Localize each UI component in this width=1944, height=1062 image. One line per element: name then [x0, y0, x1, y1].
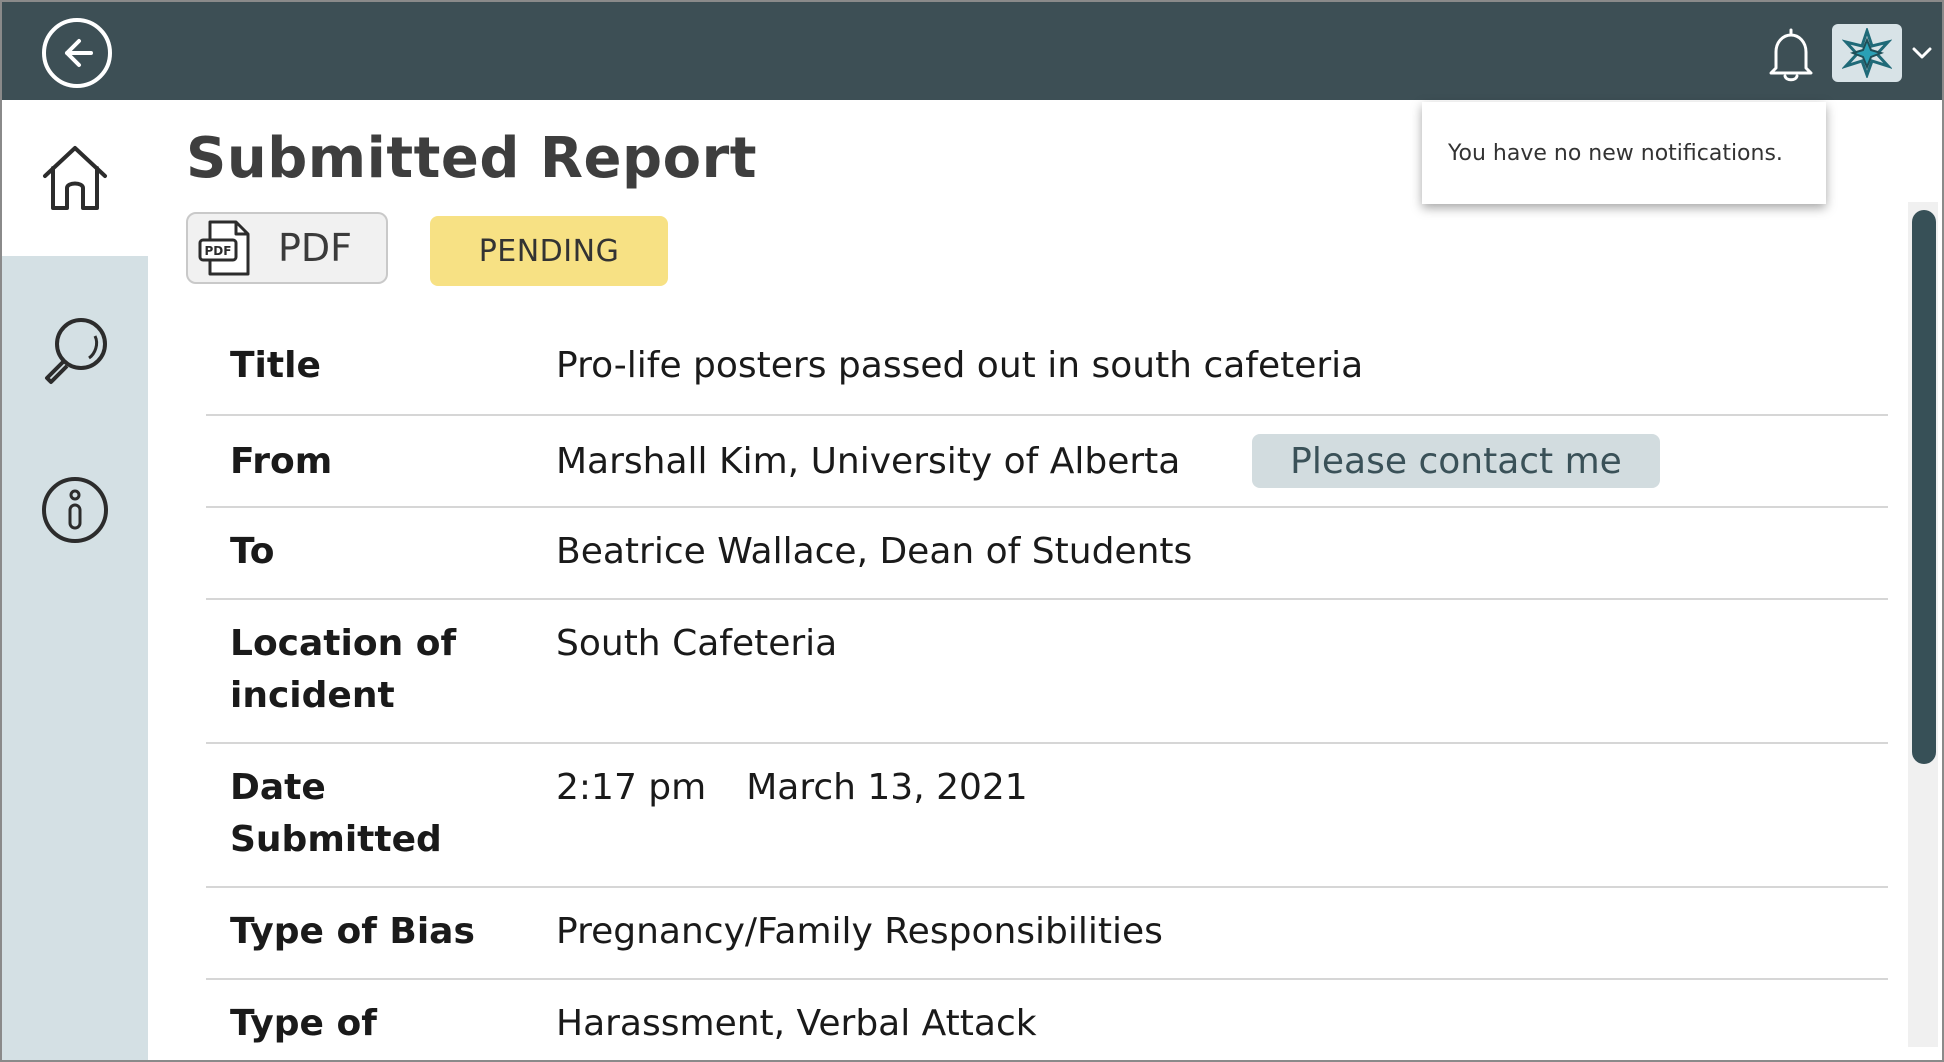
pdf-button-label: PDF	[278, 226, 353, 270]
sidebar	[2, 100, 148, 1060]
table-row: Type of Incident Harassment, Verbal Atta…	[206, 980, 1888, 1060]
table-row: From Marshall Kim, University of Alberta…	[206, 416, 1888, 508]
bell-icon[interactable]	[1764, 26, 1818, 84]
table-row: Title Pro-life posters passed out in sou…	[206, 322, 1888, 416]
sidebar-item-search[interactable]	[2, 290, 148, 410]
row-value: Harassment, Verbal Attack	[556, 1003, 1037, 1044]
table-row: To Beatrice Wallace, Dean of Students	[206, 508, 1888, 600]
report-details-table: Title Pro-life posters passed out in sou…	[206, 322, 1888, 1060]
row-label: Location of incident	[230, 623, 457, 716]
row-label: From	[230, 441, 333, 482]
contact-request-badge: Please contact me	[1252, 434, 1660, 488]
table-row: Type of Bias Pregnancy/Family Responsibi…	[206, 888, 1888, 980]
back-button[interactable]	[42, 18, 112, 88]
info-icon	[42, 477, 108, 543]
row-value: Beatrice Wallace, Dean of Students	[556, 531, 1193, 572]
chevron-down-icon	[1912, 47, 1932, 59]
row-value: 2:17 pm March 13, 2021	[556, 762, 1028, 814]
pdf-file-icon: PDF	[198, 220, 250, 276]
page-title: Submitted Report	[186, 126, 757, 191]
app-window: Submitted Report PDF PDF PENDING Title P…	[0, 0, 1944, 1062]
row-label: Title	[230, 345, 321, 386]
pdf-download-button[interactable]: PDF PDF	[186, 212, 388, 284]
row-label: Type of Bias	[230, 911, 475, 952]
row-value: South Cafeteria	[556, 623, 838, 664]
avatar[interactable]	[1832, 24, 1902, 82]
submitted-time: 2:17 pm	[556, 767, 707, 808]
report-panel: Submitted Report PDF PDF PENDING Title P…	[148, 100, 1912, 1060]
star-logo-icon	[1842, 28, 1892, 78]
scrollbar-thumb[interactable]	[1912, 210, 1936, 764]
status-badge: PENDING	[430, 216, 668, 286]
search-icon	[45, 318, 107, 384]
row-value: Marshall Kim, University of Alberta	[556, 441, 1181, 482]
row-value: Pro-life posters passed out in south caf…	[556, 345, 1364, 386]
row-label: Date Submitted	[230, 767, 442, 860]
submitted-date: March 13, 2021	[746, 767, 1028, 808]
table-row: Date Submitted 2:17 pm March 13, 2021	[206, 744, 1888, 888]
row-label: To	[230, 531, 275, 572]
top-bar	[2, 2, 1942, 100]
user-menu[interactable]	[1832, 24, 1932, 82]
sidebar-item-info[interactable]	[2, 450, 148, 570]
sidebar-item-home[interactable]	[2, 100, 148, 256]
notifications-popup: You have no new notifications.	[1422, 102, 1826, 204]
table-row: Location of incident South Cafeteria	[206, 600, 1888, 744]
pdf-icon-text: PDF	[205, 244, 232, 258]
row-value: Pregnancy/Family Responsibilities	[556, 911, 1163, 952]
notifications-message: You have no new notifications.	[1448, 140, 1783, 166]
arrow-left-icon	[65, 39, 93, 67]
row-label: Type of Incident	[230, 1003, 396, 1060]
home-icon	[43, 146, 107, 210]
